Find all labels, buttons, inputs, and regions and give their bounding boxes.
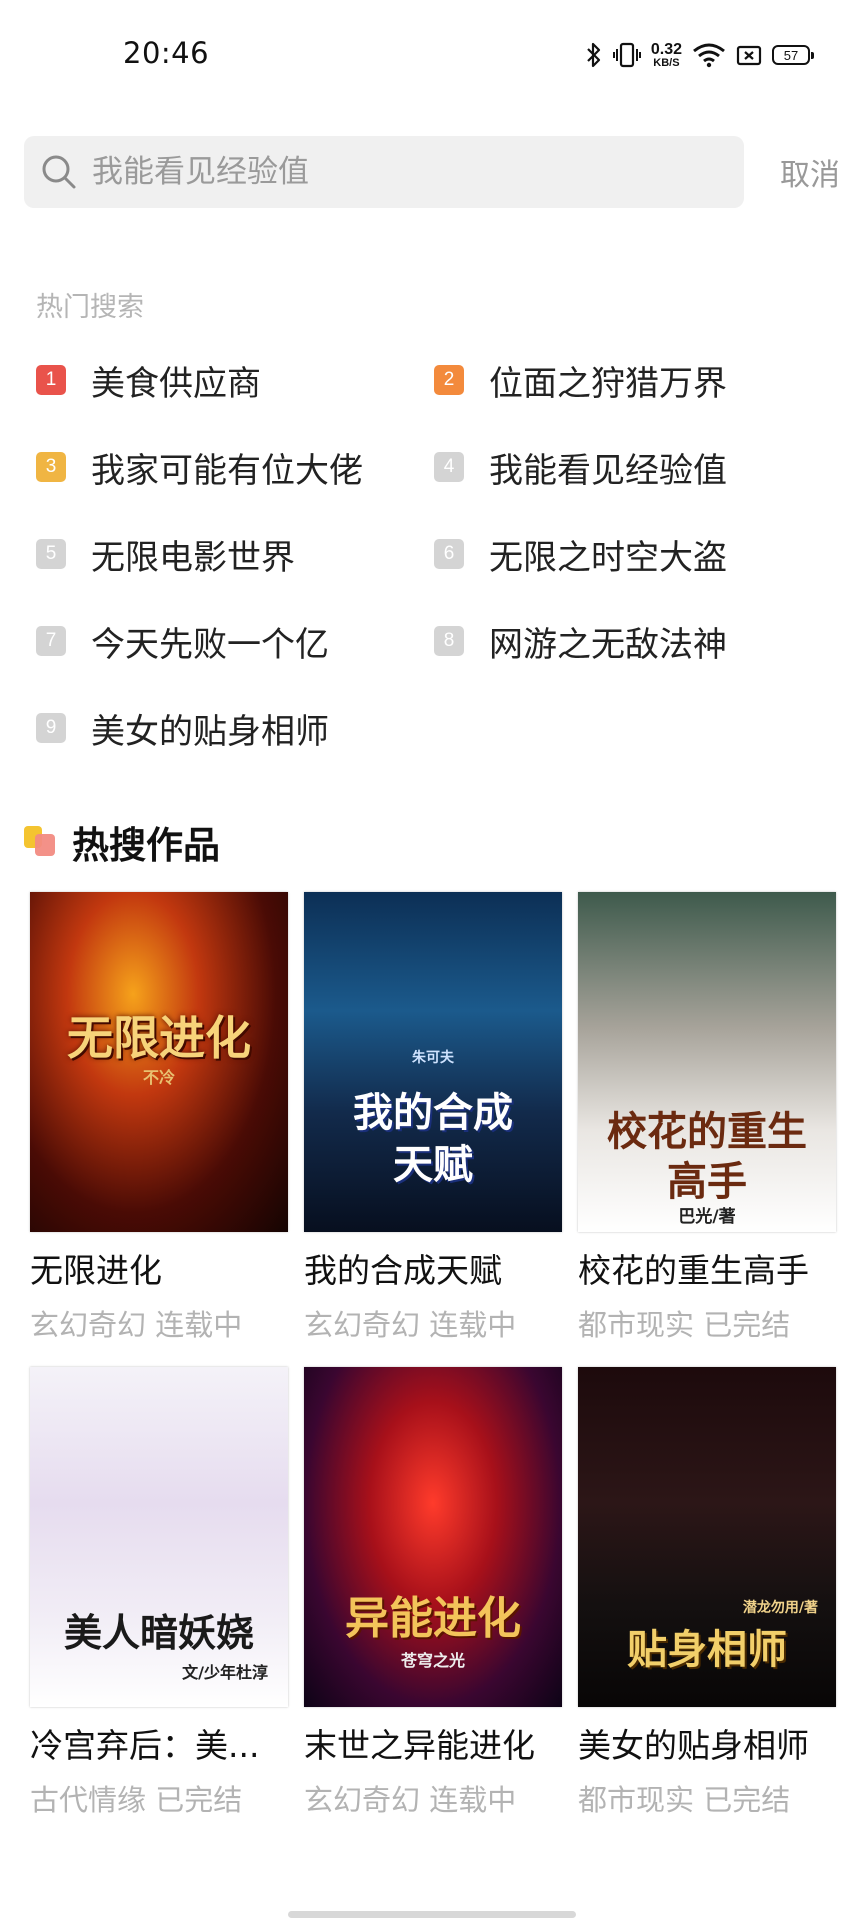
cancel-button[interactable]: 取消 xyxy=(780,150,840,194)
rank-badge: 8 xyxy=(434,626,464,656)
cover-title: 我的合成天赋 xyxy=(353,1089,513,1188)
book-category: 玄幻奇幻 xyxy=(304,1308,421,1342)
book-cover[interactable]: 异能进化 苍穹之光 xyxy=(304,1367,562,1707)
book-card[interactable]: 异能进化 苍穹之光 末世之异能进化 玄幻奇幻 连载中 xyxy=(304,1367,562,1819)
hot-search-item[interactable]: 7 今天先败一个亿 xyxy=(36,606,329,676)
book-name: 无限进化 xyxy=(30,1251,162,1290)
hot-works-header: 热搜作品 xyxy=(24,815,220,869)
book-category: 都市现实 xyxy=(578,1308,695,1342)
status-time: 20:46 xyxy=(123,36,210,70)
hot-search-text: 今天先败一个亿 xyxy=(91,624,329,665)
book-cover[interactable]: 无限进化 不冷 xyxy=(30,892,288,1232)
battery-icon: 57 xyxy=(772,45,814,65)
hot-search-item[interactable]: 1 美食供应商 xyxy=(36,345,261,415)
book-card[interactable]: 潜龙勿用/著 贴身相师 美女的贴身相师 都市现实 已完结 xyxy=(578,1367,836,1819)
book-category: 玄幻奇幻 xyxy=(304,1783,421,1817)
book-category: 玄幻奇幻 xyxy=(30,1308,147,1342)
hot-search-text: 网游之无敌法神 xyxy=(489,624,727,665)
hot-search-text: 无限电影世界 xyxy=(91,537,295,578)
book-card[interactable]: 美人暗妖娆 文/少年杜淳 冷宫弃后：美... 古代情缘 已完结 xyxy=(30,1367,288,1819)
book-status: 已完结 xyxy=(703,1308,791,1342)
rank-badge: 7 xyxy=(36,626,66,656)
rank-badge: 4 xyxy=(434,452,464,482)
hot-search-item[interactable]: 8 网游之无敌法神 xyxy=(434,606,727,676)
wifi-icon xyxy=(693,43,725,68)
book-category: 都市现实 xyxy=(578,1783,695,1817)
book-meta: 古代情缘 已完结 xyxy=(30,1777,288,1819)
book-status: 已完结 xyxy=(155,1783,243,1817)
home-indicator[interactable] xyxy=(288,1911,576,1918)
cover-author: 文/少年杜淳 xyxy=(182,1663,268,1682)
book-meta: 都市现实 已完结 xyxy=(578,1302,836,1344)
status-bar: 20:46 0.32 KB/S 57 xyxy=(0,0,864,110)
cover-title: 无限进化 xyxy=(67,1011,251,1065)
cover-title: 美人暗妖娆 xyxy=(63,1610,254,1655)
net-speed: 0.32 KB/S xyxy=(650,40,682,69)
rank-badge: 2 xyxy=(434,365,464,395)
net-speed-unit: KB/S xyxy=(653,56,680,69)
net-speed-value: 0.32 xyxy=(650,40,682,58)
sim-icon xyxy=(736,45,762,66)
hot-search-item[interactable]: 3 我家可能有位大佬 xyxy=(36,432,363,502)
hot-search-text: 我能看见经验值 xyxy=(489,450,727,491)
rank-badge: 5 xyxy=(36,539,66,569)
book-meta: 玄幻奇幻 连载中 xyxy=(304,1777,562,1819)
hot-search-item[interactable]: 2 位面之狩猎万界 xyxy=(434,345,727,415)
search-icon xyxy=(42,155,76,189)
hot-works-title: 热搜作品 xyxy=(72,824,220,867)
book-status: 连载中 xyxy=(429,1308,517,1342)
book-category: 古代情缘 xyxy=(30,1783,147,1817)
cover-title: 贴身相师 xyxy=(627,1626,787,1673)
status-icons: 0.32 KB/S 57 xyxy=(585,38,814,72)
hot-search-title: 热门搜索 xyxy=(36,292,144,323)
book-name: 美女的贴身相师 xyxy=(578,1726,809,1765)
hot-search-item[interactable]: 6 无限之时空大盗 xyxy=(434,519,727,589)
rank-badge: 6 xyxy=(434,539,464,569)
book-name: 末世之异能进化 xyxy=(304,1726,535,1765)
cover-author: 潜龙勿用/著 xyxy=(742,1600,818,1616)
cover-title: 校花的重生高手 xyxy=(607,1108,807,1205)
book-status: 连载中 xyxy=(155,1308,243,1342)
search-box[interactable] xyxy=(24,136,744,208)
cover-author: 朱可夫 xyxy=(412,1050,454,1066)
hot-search-text: 位面之狩猎万界 xyxy=(489,363,727,404)
cover-author: 不冷 xyxy=(142,1068,175,1087)
book-meta: 都市现实 已完结 xyxy=(578,1777,836,1819)
hot-search-text: 美食供应商 xyxy=(91,363,261,404)
book-card[interactable]: 朱可夫 我的合成天赋 我的合成天赋 玄幻奇幻 连载中 xyxy=(304,892,562,1344)
book-status: 连载中 xyxy=(429,1783,517,1817)
book-status: 已完结 xyxy=(703,1783,791,1817)
book-meta: 玄幻奇幻 连载中 xyxy=(30,1302,288,1344)
section-icon xyxy=(24,824,58,860)
book-cover[interactable]: 美人暗妖娆 文/少年杜淳 xyxy=(30,1367,288,1707)
book-name: 我的合成天赋 xyxy=(304,1251,502,1290)
book-name: 冷宫弃后：美... xyxy=(30,1726,260,1765)
book-card[interactable]: 校花的重生高手 巴光/著 校花的重生高手 都市现实 已完结 xyxy=(578,892,836,1344)
hot-search-item[interactable]: 5 无限电影世界 xyxy=(36,519,295,589)
book-name: 校花的重生高手 xyxy=(578,1251,809,1290)
bluetooth-icon xyxy=(587,42,600,68)
cover-author: 巴光/著 xyxy=(678,1207,736,1227)
search-input[interactable] xyxy=(92,154,692,190)
hot-search-text: 我家可能有位大佬 xyxy=(91,450,363,491)
hot-search-item[interactable]: 4 我能看见经验值 xyxy=(434,432,727,502)
book-meta: 玄幻奇幻 连载中 xyxy=(304,1302,562,1344)
search-row: 取消 xyxy=(24,136,840,208)
book-cover[interactable]: 朱可夫 我的合成天赋 xyxy=(304,892,562,1232)
book-card[interactable]: 无限进化 不冷 无限进化 玄幻奇幻 连载中 xyxy=(30,892,288,1344)
cover-title: 异能进化 xyxy=(345,1593,521,1644)
rank-badge: 9 xyxy=(36,713,66,743)
hot-search-text: 无限之时空大盗 xyxy=(489,537,727,578)
hot-search-item[interactable]: 9 美女的贴身相师 xyxy=(36,693,329,763)
cover-author: 苍穹之光 xyxy=(400,1651,465,1670)
book-cover[interactable]: 校花的重生高手 巴光/著 xyxy=(578,892,836,1232)
book-cover[interactable]: 潜龙勿用/著 贴身相师 xyxy=(578,1367,836,1707)
rank-badge: 1 xyxy=(36,365,66,395)
rank-badge: 3 xyxy=(36,452,66,482)
hot-search-text: 美女的贴身相师 xyxy=(91,711,329,752)
vibrate-icon xyxy=(612,42,641,68)
